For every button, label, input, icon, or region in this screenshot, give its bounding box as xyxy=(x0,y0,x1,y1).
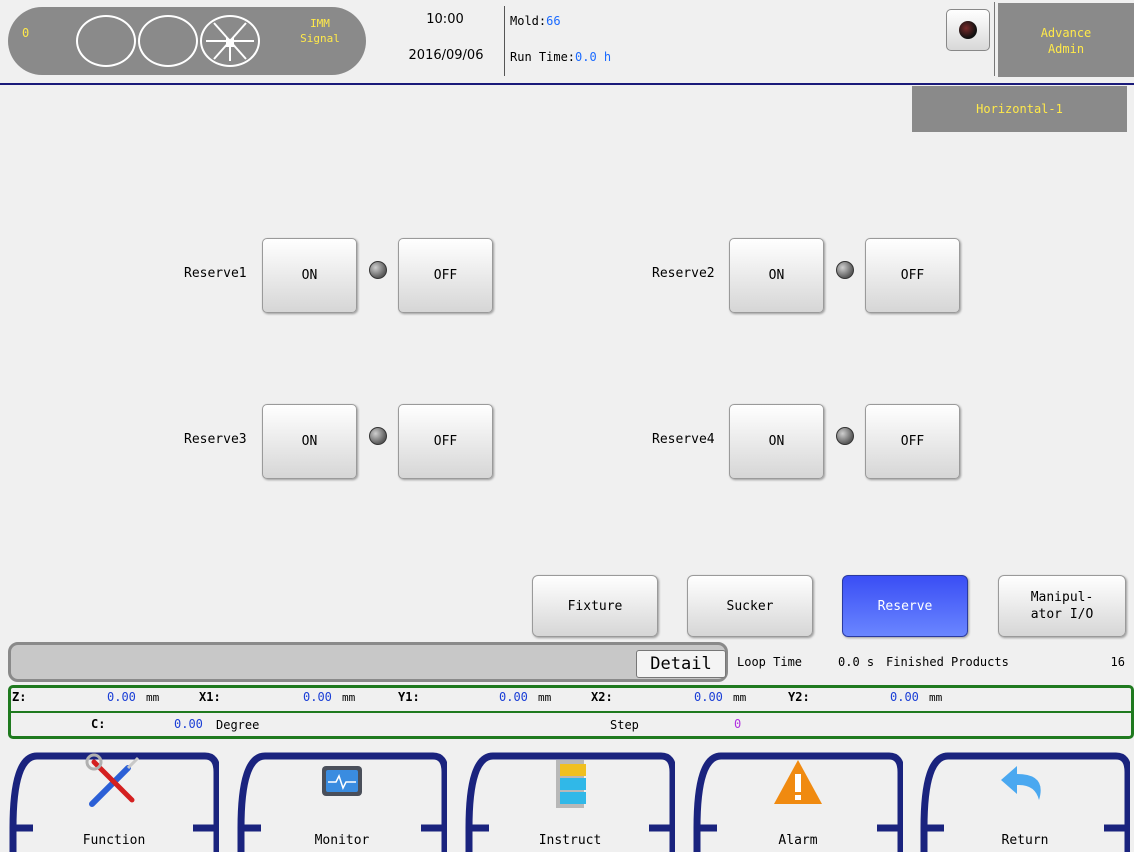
tab-manipulator-io-line1: Manipul- xyxy=(1030,590,1094,605)
clock-time: 10:00 xyxy=(426,12,464,27)
axis-y2-label: Y2: xyxy=(788,690,810,704)
tab-reserve[interactable]: Reserve xyxy=(842,575,968,637)
reserve4-label: Reserve4 xyxy=(652,432,715,447)
robot-axis-name: Horizontal-1 xyxy=(912,86,1127,132)
reserve1-label: Reserve1 xyxy=(184,266,247,281)
nav-function-button[interactable]: Function xyxy=(9,742,219,852)
nav-alarm-label: Alarm xyxy=(778,833,818,848)
nav-monitor-label: Monitor xyxy=(314,833,370,848)
run-time-value: 0.0 h xyxy=(575,50,612,64)
user-level-button[interactable]: Advance Admin xyxy=(998,3,1134,77)
reserve3-label: Reserve3 xyxy=(184,432,247,447)
user-level-line2: Admin xyxy=(1047,42,1085,56)
mold-info: Mold:66 xyxy=(510,14,561,28)
axis-x2-label: X2: xyxy=(591,690,613,704)
imm-signal-label-line1: IMM xyxy=(310,17,330,30)
axis-panel-divider xyxy=(8,711,1134,713)
return-arrow-icon xyxy=(1001,766,1041,800)
axis-y1-value: 0.00 xyxy=(499,690,528,704)
loop-time-value: 0.0 s xyxy=(838,655,875,669)
loop-time-label: Loop Time xyxy=(737,655,803,669)
reserve4-status-led xyxy=(836,427,854,445)
nav-return-button[interactable]: Return xyxy=(920,742,1130,852)
wrench-screwdriver-icon xyxy=(85,753,140,807)
reserve1-status-led xyxy=(369,261,387,279)
reserve2-status-led xyxy=(836,261,854,279)
step-label: Step xyxy=(610,718,639,732)
tab-sucker[interactable]: Sucker xyxy=(687,575,813,637)
detail-button[interactable]: Detail xyxy=(636,650,726,678)
mold-signal-icon xyxy=(200,15,260,67)
reserve2-off-button[interactable]: OFF xyxy=(865,238,960,313)
run-time-info: Run Time:0.0 h xyxy=(510,50,611,64)
user-level-line1: Advance xyxy=(1040,26,1092,40)
reserve3-status-led xyxy=(369,427,387,445)
nav-monitor-button[interactable]: Monitor xyxy=(237,742,447,852)
signal-indicator xyxy=(138,15,198,67)
finished-products-value: 16 xyxy=(1110,655,1125,669)
monitor-icon xyxy=(322,766,362,796)
reserve4-on-button[interactable]: ON xyxy=(729,404,824,479)
axis-x1-unit: mm xyxy=(342,691,356,704)
axis-z-label: Z: xyxy=(12,690,27,704)
axis-z-value: 0.00 xyxy=(107,690,136,704)
imm-signal-label-line2: Signal xyxy=(300,32,340,45)
reserve1-on-button[interactable]: ON xyxy=(262,238,357,313)
imm-signal-label: IMM Signal xyxy=(292,16,348,46)
axis-x2-value: 0.00 xyxy=(694,690,723,704)
axis-c-label: C: xyxy=(91,717,106,731)
axis-c-value: 0.00 xyxy=(174,717,203,731)
nav-alarm-button[interactable]: Alarm xyxy=(693,742,903,852)
tab-manipulator-io[interactable]: Manipul-ator I/O xyxy=(998,575,1126,637)
axis-z-unit: mm xyxy=(146,691,160,704)
reserve4-off-button[interactable]: OFF xyxy=(865,404,960,479)
axis-y1-unit: mm xyxy=(538,691,552,704)
finished-products-label: Finished Products xyxy=(886,655,1009,669)
axis-c-unit: Degree xyxy=(216,718,260,732)
axis-y2-unit: mm xyxy=(929,691,943,704)
nav-instruct-button[interactable]: Instruct xyxy=(465,742,675,852)
header-divider xyxy=(994,2,995,76)
warning-icon xyxy=(774,760,822,804)
reserve2-on-button[interactable]: ON xyxy=(729,238,824,313)
reserve2-label: Reserve2 xyxy=(652,266,715,281)
file-cabinet-icon xyxy=(556,760,586,808)
axis-y1-label: Y1: xyxy=(398,690,420,704)
axis-x2-unit: mm xyxy=(733,691,747,704)
axis-x1-value: 0.00 xyxy=(303,690,332,704)
step-value: 0 xyxy=(734,717,742,731)
axis-x1-label: X1: xyxy=(199,690,221,704)
camera-button[interactable] xyxy=(946,9,990,51)
reserve3-on-button[interactable]: ON xyxy=(262,404,357,479)
mold-value: 66 xyxy=(546,14,561,28)
tab-fixture[interactable]: Fixture xyxy=(532,575,658,637)
signal-indicator xyxy=(76,15,136,67)
nav-function-label: Function xyxy=(82,833,146,848)
nav-instruct-label: Instruct xyxy=(538,833,602,848)
message-bar xyxy=(8,642,728,682)
clock-date: 2016/09/06 xyxy=(408,48,484,63)
axis-y2-value: 0.00 xyxy=(890,690,919,704)
mold-label: Mold: xyxy=(510,14,547,28)
nav-return-label: Return xyxy=(1001,833,1049,848)
signal-count: 0 xyxy=(22,26,30,40)
header-divider xyxy=(504,6,505,76)
run-time-label: Run Time: xyxy=(510,50,576,64)
reserve1-off-button[interactable]: OFF xyxy=(398,238,493,313)
reserve3-off-button[interactable]: OFF xyxy=(398,404,493,479)
tab-manipulator-io-line2: ator I/O xyxy=(1030,607,1094,622)
camera-icon xyxy=(959,21,977,39)
